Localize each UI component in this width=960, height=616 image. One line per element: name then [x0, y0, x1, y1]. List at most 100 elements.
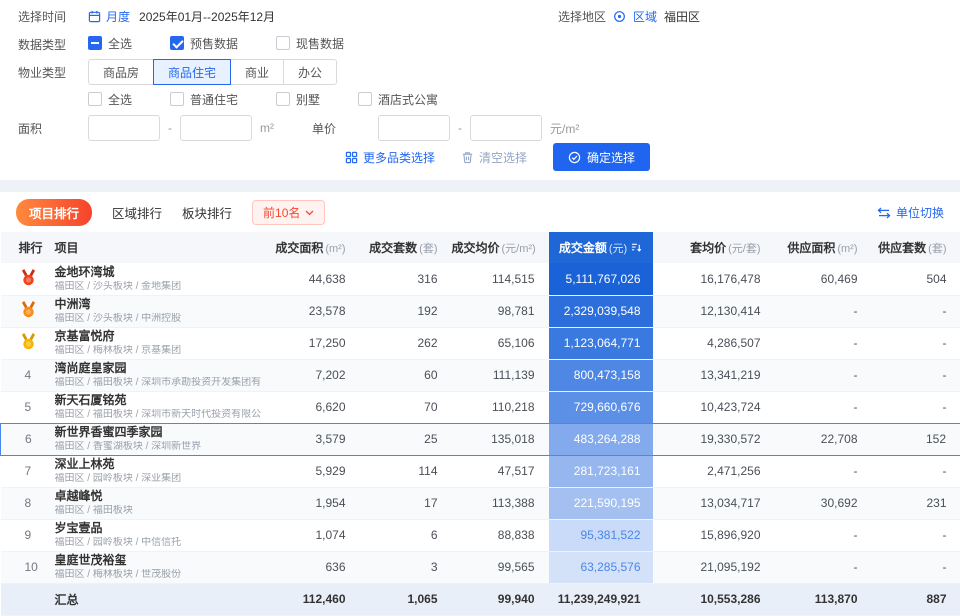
- rank-number: 10: [25, 560, 38, 574]
- cell-supply-units: -: [872, 391, 960, 423]
- cell-deal-units: 25: [360, 423, 452, 455]
- checkbox-option[interactable]: 普通住宅: [170, 91, 238, 108]
- project-name[interactable]: 新天石厦铭苑: [55, 393, 262, 407]
- checkbox-option[interactable]: 预售数据: [170, 35, 238, 52]
- table-row[interactable]: 5 新天石厦铭苑 福田区 / 福田板块 / 深圳市新天时代投资有限公... 6,…: [1, 391, 960, 423]
- project-location: 福田区 / 梅林板块 / 京基集团: [55, 345, 262, 357]
- ranking-topbar: 项目排行区域排行板块排行 前10名 单位切换: [0, 192, 960, 232]
- checkbox-option[interactable]: 现售数据: [276, 35, 344, 52]
- column-header[interactable]: 成交面积(m²): [262, 232, 360, 263]
- unit-switch-label: 单位切换: [896, 204, 944, 221]
- column-header[interactable]: 成交均价(元/m²): [452, 232, 549, 263]
- column-header[interactable]: 成交金额(元): [549, 232, 653, 263]
- more-categories-button[interactable]: 更多品类选择: [345, 149, 435, 166]
- price-min-input[interactable]: [378, 115, 450, 141]
- cell-deal-avg-price: 98,781: [452, 295, 549, 327]
- rank-cell: [1, 327, 47, 359]
- cell-supply-units: -: [872, 295, 960, 327]
- cell-deal-area: 636: [262, 551, 360, 583]
- project-cell: 岁宝壹品 福田区 / 园岭板块 / 中信信托: [47, 519, 262, 551]
- top-n-dropdown[interactable]: 前10名: [252, 200, 325, 225]
- table-row[interactable]: 4 湾尚庭皇家园 福田区 / 福田板块 / 深圳市承勘投资开发集团有... 7,…: [1, 359, 960, 391]
- table-row[interactable]: 金地环湾城 福田区 / 沙头板块 / 金地集团 44,638 316 114,5…: [1, 263, 960, 295]
- total-unit-avg-price: 10,553,286: [653, 583, 775, 615]
- property-type-tab[interactable]: 办公: [283, 59, 337, 85]
- ranking-table: 排行项目成交面积(m²)成交套数(套)成交均价(元/m²)成交金额(元)套均价(…: [0, 232, 960, 616]
- cell-deal-amount: 483,264,288: [549, 423, 653, 455]
- project-name[interactable]: 深业上林苑: [55, 457, 262, 471]
- table-row[interactable]: 7 深业上林苑 福田区 / 园岭板块 / 深业集团 5,929 114 47,5…: [1, 455, 960, 487]
- clear-selection-button[interactable]: 清空选择: [461, 149, 527, 166]
- project-name[interactable]: 新世界香蜜四季家园: [55, 425, 262, 439]
- project-cell: 新世界香蜜四季家园 福田区 / 香蜜湖板块 / 深圳新世界: [47, 423, 262, 455]
- project-location: 福田区 / 福田板块 / 深圳市承勘投资开发集团有...: [55, 377, 262, 389]
- table-row[interactable]: 9 岁宝壹品 福田区 / 园岭板块 / 中信信托 1,074 6 88,838 …: [1, 519, 960, 551]
- time-mode[interactable]: 月度: [106, 8, 130, 25]
- property-type-tab[interactable]: 商品住宅: [153, 59, 231, 85]
- column-header[interactable]: 成交套数(套): [360, 232, 452, 263]
- project-name[interactable]: 湾尚庭皇家园: [55, 361, 262, 375]
- unit-switch-button[interactable]: 单位切换: [877, 204, 944, 221]
- ranking-tab[interactable]: 项目排行: [16, 199, 92, 226]
- region-type[interactable]: 区域: [633, 8, 657, 25]
- project-cell: 皇庭世茂裕玺 福田区 / 梅林板块 / 世茂股份: [47, 551, 262, 583]
- cell-deal-avg-price: 88,838: [452, 519, 549, 551]
- table-row[interactable]: 10 皇庭世茂裕玺 福田区 / 梅林板块 / 世茂股份 636 3 99,565…: [1, 551, 960, 583]
- table-row[interactable]: 8 卓越峰悦 福田区 / 福田板块 1,954 17 113,388 221,5…: [1, 487, 960, 519]
- ranking-tab[interactable]: 板块排行: [182, 199, 232, 226]
- column-header[interactable]: 排行: [1, 232, 47, 263]
- column-header[interactable]: 供应套数(套): [872, 232, 960, 263]
- data-type-row: 数据类型 全选 预售数据 现售数据: [18, 30, 942, 58]
- project-name[interactable]: 岁宝壹品: [55, 521, 262, 535]
- range-filter-row: 面积 - m² 单价 - 元/m²: [18, 114, 942, 142]
- column-header[interactable]: 项目: [47, 232, 262, 263]
- cell-deal-amount: 95,381,522: [549, 519, 653, 551]
- project-name[interactable]: 卓越峰悦: [55, 489, 262, 503]
- cell-deal-avg-price: 114,515: [452, 263, 549, 295]
- area-label: 面积: [18, 120, 88, 137]
- project-name[interactable]: 京基富悦府: [55, 329, 262, 343]
- column-header[interactable]: 供应面积(m²): [775, 232, 872, 263]
- trash-icon: [461, 151, 474, 164]
- sort-desc-icon[interactable]: [631, 242, 642, 256]
- checkbox-option[interactable]: 全选: [88, 35, 132, 52]
- column-header-unit: (m²): [325, 243, 345, 255]
- time-range-value[interactable]: 2025年01月--2025年12月: [139, 8, 275, 25]
- ranking-tab[interactable]: 区域排行: [112, 199, 162, 226]
- rank-cell: [1, 295, 47, 327]
- project-name[interactable]: 中洲湾: [55, 297, 262, 311]
- price-max-input[interactable]: [470, 115, 542, 141]
- column-header[interactable]: 套均价(元/套): [653, 232, 775, 263]
- cell-supply-area: -: [775, 327, 872, 359]
- project-location: 福田区 / 沙头板块 / 金地集团: [55, 281, 262, 293]
- project-location: 福田区 / 沙头板块 / 中洲控股: [55, 313, 262, 325]
- cell-unit-avg-price: 15,896,920: [653, 519, 775, 551]
- area-max-input[interactable]: [180, 115, 252, 141]
- column-header-label: 供应面积: [787, 241, 835, 255]
- total-deal-area: 112,460: [262, 583, 360, 615]
- property-type-tab[interactable]: 商品房: [88, 59, 154, 85]
- checkbox-label: 酒店式公寓: [378, 91, 438, 108]
- cell-deal-amount: 281,723,161: [549, 455, 653, 487]
- cell-deal-avg-price: 135,018: [452, 423, 549, 455]
- table-row[interactable]: 6 新世界香蜜四季家园 福田区 / 香蜜湖板块 / 深圳新世界 3,579 25…: [1, 423, 960, 455]
- project-location: 福田区 / 梅林板块 / 世茂股份: [55, 569, 262, 581]
- project-name[interactable]: 皇庭世茂裕玺: [55, 553, 262, 567]
- cell-deal-units: 114: [360, 455, 452, 487]
- project-cell: 深业上林苑 福田区 / 园岭板块 / 深业集团: [47, 455, 262, 487]
- checkbox-option[interactable]: 全选: [88, 91, 132, 108]
- project-location: 福田区 / 福田板块: [55, 505, 262, 517]
- confirm-selection-button[interactable]: 确定选择: [553, 143, 650, 171]
- table-row[interactable]: 中洲湾 福田区 / 沙头板块 / 中洲控股 23,578 192 98,781 …: [1, 295, 960, 327]
- checkbox-option[interactable]: 别墅: [276, 91, 320, 108]
- area-min-input[interactable]: [88, 115, 160, 141]
- table-row[interactable]: 京基富悦府 福田区 / 梅林板块 / 京基集团 17,250 262 65,10…: [1, 327, 960, 359]
- region-value[interactable]: 福田区: [664, 8, 700, 25]
- project-name[interactable]: 金地环湾城: [55, 265, 262, 279]
- time-label: 选择时间: [18, 8, 88, 25]
- cell-unit-avg-price: 13,034,717: [653, 487, 775, 519]
- rank-cell: 6: [1, 423, 47, 455]
- property-type-tab[interactable]: 商业: [230, 59, 284, 85]
- checkbox-option[interactable]: 酒店式公寓: [358, 91, 438, 108]
- checkbox-label: 全选: [108, 35, 132, 52]
